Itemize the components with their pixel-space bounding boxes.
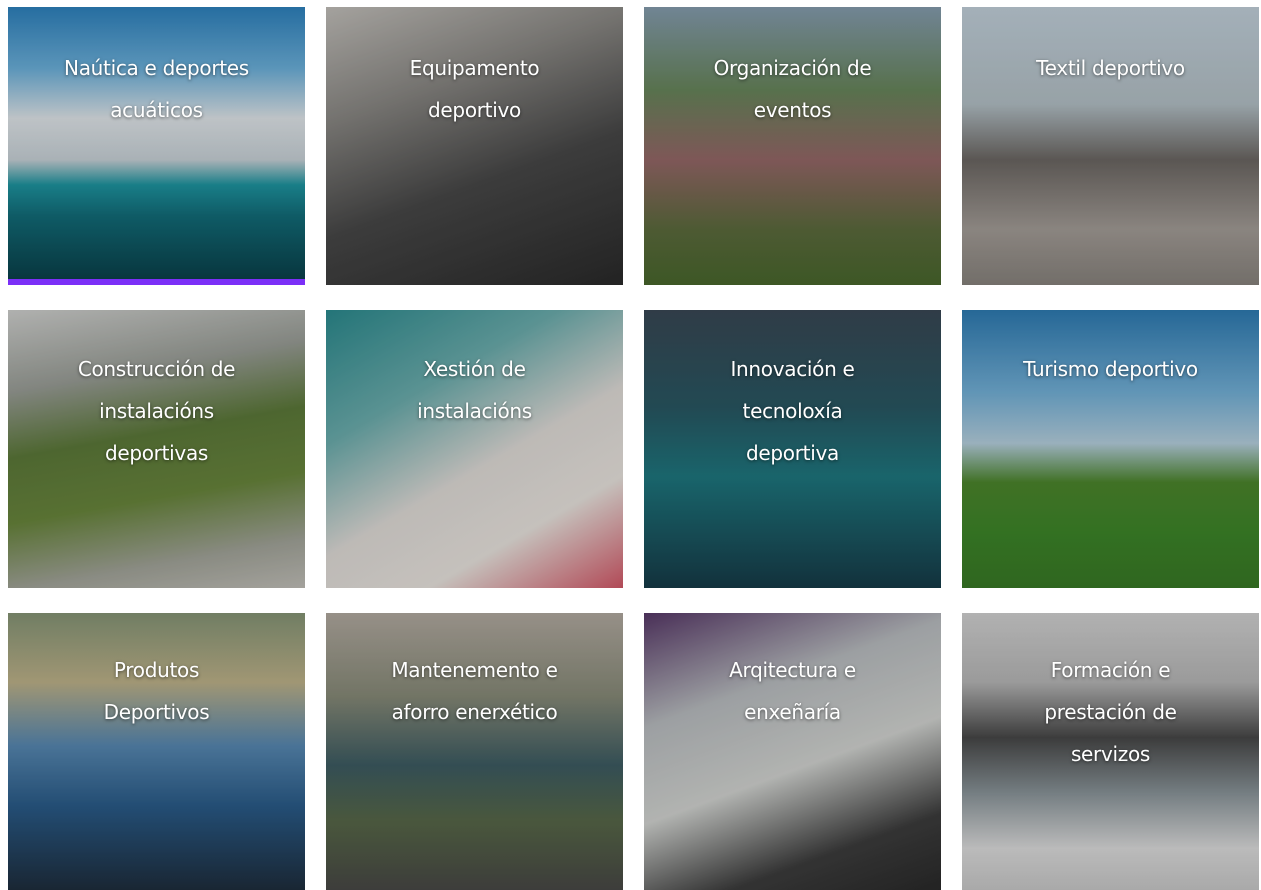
tile-produtos-deportivos[interactable]: Produtos Deportivos (8, 613, 305, 890)
tile-label: Xestión de instalacións (417, 357, 532, 423)
tile-nautica-deportes-acuaticos[interactable]: Naútica e deportes acuáticos (8, 7, 305, 285)
tile-label: Naútica e deportes acuáticos (64, 56, 249, 122)
tile-label: Arqitectura e enxeñaría (729, 658, 856, 724)
tile-label: Innovación e tecnoloxía deportiva (730, 357, 855, 465)
active-indicator-bar (8, 279, 305, 285)
tile-formacion-servizos[interactable]: Formación e prestación de servizos (962, 613, 1259, 890)
tile-equipamento-deportivo[interactable]: Equipamento deportivo (326, 7, 623, 285)
tile-label: Mantenemento e aforro enerxético (391, 658, 558, 724)
tile-mantenemento-aforro[interactable]: Mantenemento e aforro enerxético (326, 613, 623, 890)
tile-label: Equipamento deportivo (409, 56, 540, 122)
tile-turismo-deportivo[interactable]: Turismo deportivo (962, 310, 1259, 588)
tile-textil-deportivo[interactable]: Textil deportivo (962, 7, 1259, 285)
tile-label: Produtos Deportivos (103, 658, 210, 724)
category-grid: Naútica e deportes acuáticos Equipamento… (8, 7, 1259, 890)
tile-label: Formación e prestación de servizos (1044, 658, 1177, 766)
tile-label: Textil deportivo (1036, 56, 1185, 80)
tile-label: Organización de eventos (713, 56, 872, 122)
tile-innovacion-tecnoloxia[interactable]: Innovación e tecnoloxía deportiva (644, 310, 941, 588)
tile-xestion-instalacions[interactable]: Xestión de instalacións (326, 310, 623, 588)
tile-construccion-instalacions[interactable]: Construcción de instalacións deportivas (8, 310, 305, 588)
tile-label: Construcción de instalacións deportivas (77, 357, 236, 465)
tile-arqitectura-enxenaria[interactable]: Arqitectura e enxeñaría (644, 613, 941, 890)
tile-organizacion-eventos[interactable]: Organización de eventos (644, 7, 941, 285)
tile-label: Turismo deportivo (1023, 357, 1198, 381)
